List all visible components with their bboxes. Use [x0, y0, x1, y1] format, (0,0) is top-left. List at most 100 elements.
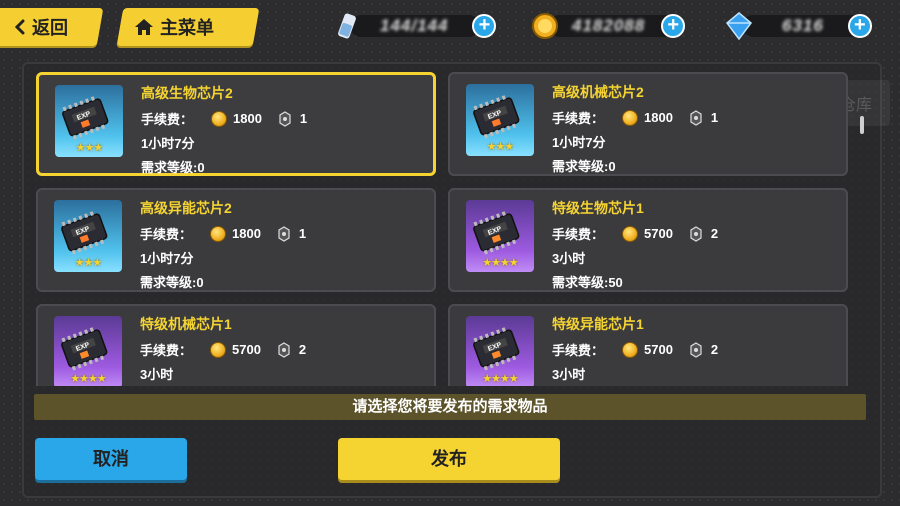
- back-button[interactable]: 返回: [0, 8, 104, 46]
- chip-count: 1: [710, 110, 719, 125]
- gold-coin-icon: [210, 341, 226, 358]
- item-name: 高级机械芯片2: [552, 84, 644, 100]
- item-name: 高级生物芯片2: [141, 85, 233, 101]
- star-rating: ★★★★: [482, 257, 518, 269]
- exp-chip-icon: EXP: [473, 327, 520, 371]
- top-bar: 返回 主菜单 144/144 + 4182088 + 6316 +: [0, 0, 900, 56]
- gold-coin-icon: [622, 109, 638, 126]
- item-card[interactable]: EXP ★★★★ 特级生物芯片1 手续费： 5700 2 3小时 需求等级:50: [448, 188, 848, 292]
- item-name: 特级异能芯片1: [552, 316, 644, 332]
- star-rating: ★★★★: [482, 373, 518, 385]
- chip-cost-icon: [278, 225, 290, 242]
- chip-count: 2: [298, 342, 307, 357]
- chip-count: 1: [299, 111, 308, 126]
- fee-value: 5700: [644, 226, 673, 241]
- fee-label: 手续费：: [552, 227, 605, 242]
- chip-count: 1: [298, 226, 307, 241]
- chip-count: 2: [710, 226, 719, 241]
- chip-thumbnail: EXP ★★★★: [466, 316, 534, 386]
- add-stamina-button[interactable]: +: [472, 14, 497, 38]
- chip-cost-icon: [279, 110, 291, 127]
- chip-cost-icon: [690, 109, 702, 126]
- chip-thumbnail: EXP ★★★: [466, 84, 534, 156]
- chip-cost-icon: [278, 341, 290, 358]
- chip-thumbnail: EXP ★★★: [55, 85, 123, 157]
- exp-chip-icon: EXP: [61, 327, 108, 371]
- item-card[interactable]: EXP ★★★ 高级机械芯片2 手续费： 1800 1 1小时7分 需求等级:0: [448, 72, 848, 176]
- exp-chip-icon: EXP: [62, 96, 109, 140]
- back-label: 返回: [31, 18, 68, 38]
- main-menu-label: 主菜单: [160, 18, 214, 38]
- item-card[interactable]: EXP ★★★★ 特级机械芯片1 手续费： 5700 2 3小时: [36, 304, 436, 386]
- main-menu-button[interactable]: 主菜单: [116, 8, 260, 46]
- duration: 1小时7分: [552, 135, 606, 150]
- exp-chip-icon: EXP: [473, 211, 520, 255]
- item-name: 特级生物芯片1: [552, 200, 644, 216]
- chip-thumbnail: EXP ★★★★: [54, 316, 122, 386]
- fee-label: 手续费：: [141, 112, 194, 127]
- item-list[interactable]: EXP ★★★ 高级生物芯片2 手续费： 1800 1 1小时7分 需求等级:0: [36, 72, 852, 386]
- star-rating: ★★★: [75, 142, 104, 154]
- gold-resource: 4182088 +: [530, 12, 700, 40]
- fee-value: 5700: [644, 342, 673, 357]
- add-crystal-button[interactable]: +: [847, 14, 872, 38]
- list-scrollbar[interactable]: [860, 116, 864, 134]
- duration: 3小时: [552, 251, 586, 266]
- item-name: 高级异能芯片2: [140, 200, 232, 216]
- fee-value: 1800: [644, 110, 673, 125]
- home-icon: [135, 19, 153, 35]
- chip-thumbnail: EXP ★★★★: [466, 200, 534, 272]
- star-rating: ★★★: [74, 257, 103, 269]
- stamina-value: 144/144: [380, 16, 449, 35]
- fee-row: 手续费： 5700 2: [140, 340, 306, 359]
- stamina-bottle-icon: [338, 13, 356, 39]
- gold-coin-icon: [622, 341, 638, 358]
- required-level: 需求等级:50: [552, 275, 623, 290]
- fee-value: 1800: [232, 226, 261, 241]
- required-level: 需求等级:0: [141, 160, 205, 175]
- gold-coin-icon: [532, 13, 558, 39]
- add-gold-button[interactable]: +: [661, 14, 686, 38]
- required-level: 需求等级:0: [140, 275, 204, 290]
- required-level: 需求等级:0: [552, 159, 616, 174]
- fee-row: 手续费： 1800 1: [140, 224, 306, 243]
- chip-cost-icon: [690, 341, 702, 358]
- item-card[interactable]: EXP ★★★★ 特级异能芯片1 手续费： 5700 2 3小时: [448, 304, 848, 386]
- gold-coin-icon: [210, 225, 226, 242]
- chip-thumbnail: EXP ★★★: [54, 200, 122, 272]
- duration: 1小时7分: [140, 251, 194, 266]
- stamina-resource: 144/144 +: [332, 12, 502, 40]
- item-name: 特级机械芯片1: [140, 316, 232, 332]
- gold-value: 4182088: [572, 16, 646, 35]
- fee-row: 手续费： 5700 2: [552, 340, 718, 359]
- chip-count: 2: [710, 342, 719, 357]
- gold-coin-icon: [211, 110, 227, 127]
- duration: 1小时7分: [141, 136, 195, 151]
- fee-label: 手续费：: [140, 343, 193, 358]
- item-card[interactable]: EXP ★★★ 高级生物芯片2 手续费： 1800 1 1小时7分 需求等级:0: [36, 72, 436, 176]
- gold-coin-icon: [622, 225, 638, 242]
- fee-row: 手续费： 1800 1: [552, 108, 718, 127]
- exp-chip-icon: EXP: [61, 211, 108, 255]
- cancel-button[interactable]: 取消: [35, 438, 187, 480]
- crystal-resource: 6316 +: [724, 12, 894, 41]
- crystal-value: 6316: [782, 16, 824, 35]
- fee-label: 手续费：: [552, 343, 605, 358]
- fee-row: 手续费： 1800 1: [141, 109, 307, 128]
- fee-label: 手续费：: [552, 111, 605, 126]
- fee-row: 手续费： 5700 2: [552, 224, 718, 243]
- fee-value: 5700: [232, 342, 261, 357]
- star-rating: ★★★★: [70, 373, 106, 385]
- publish-button[interactable]: 发布: [338, 438, 560, 480]
- instruction-bar: 请选择您将要发布的需求物品: [34, 394, 866, 420]
- item-card[interactable]: EXP ★★★ 高级异能芯片2 手续费： 1800 1 1小时7分 需求等级:0: [36, 188, 436, 292]
- duration: 3小时: [140, 367, 174, 382]
- fee-value: 1800: [233, 111, 262, 126]
- duration: 3小时: [552, 367, 586, 382]
- chevron-left-icon: [14, 19, 25, 35]
- star-rating: ★★★: [486, 141, 515, 153]
- fee-label: 手续费：: [140, 227, 193, 242]
- blue-crystal-icon: [725, 12, 753, 41]
- exp-chip-icon: EXP: [473, 95, 520, 139]
- chip-cost-icon: [690, 225, 702, 242]
